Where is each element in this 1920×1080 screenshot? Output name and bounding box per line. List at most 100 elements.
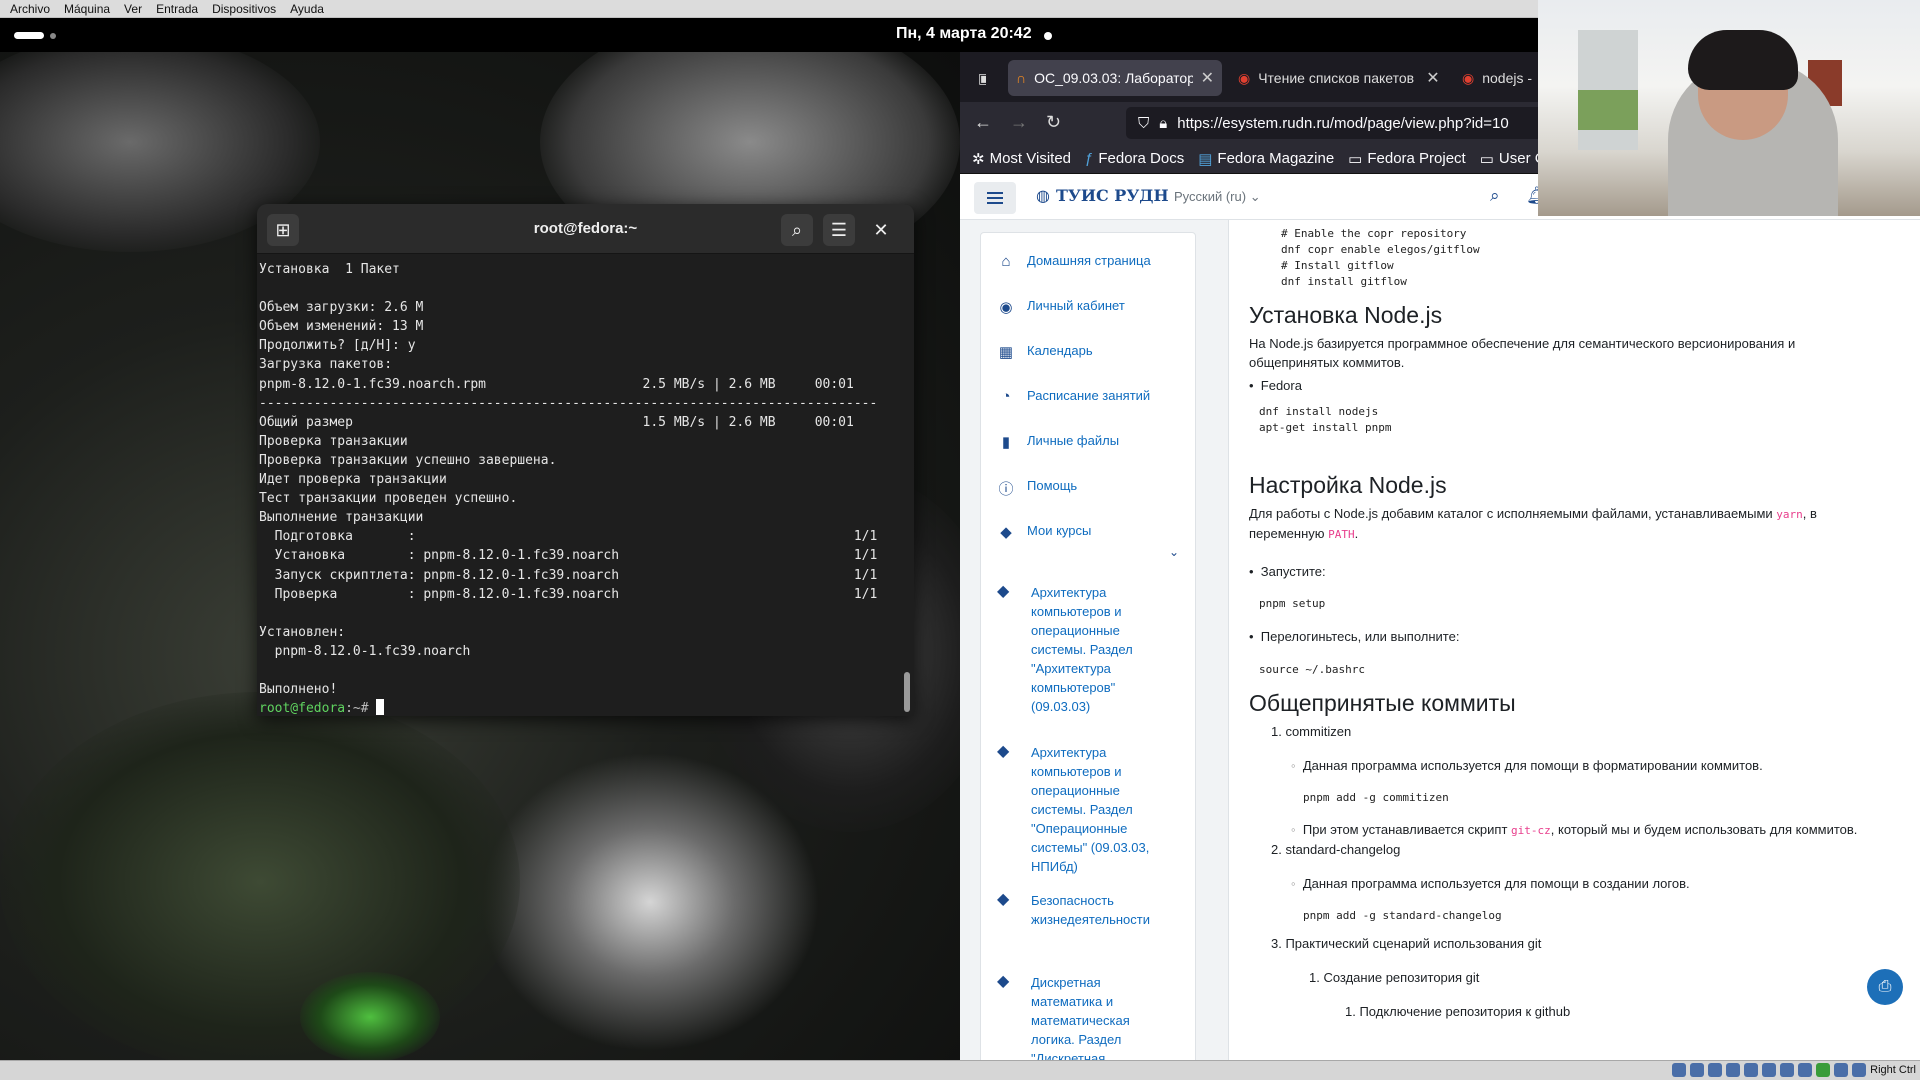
list-item-create-repo: 1. Создание репозитория git [1309, 970, 1480, 985]
host-menu-item[interactable]: Máquina [64, 2, 110, 16]
folder-icon: ▭ [1348, 150, 1363, 168]
audio-icon[interactable] [1708, 1063, 1723, 1077]
mouse-integration-icon[interactable] [1834, 1063, 1849, 1077]
heading-install-nodejs: Установка Node.js [1249, 302, 1443, 328]
sidebar-item[interactable]: ◔ Расписание занятий [981, 388, 1195, 406]
network-icon[interactable] [1726, 1063, 1741, 1077]
shared-folder-icon[interactable] [1762, 1063, 1777, 1077]
chevron-down-icon: ⌄ [1249, 189, 1261, 204]
web-page: ◍ ТУИС РУДН Русский (ru) ⌄ ⌕ 🔔︎ ⌂ Домашняя… [960, 174, 1920, 1060]
terminal-prompt[interactable]: root@fedora:~# [259, 699, 896, 716]
lock-icon: 🔒︎ [1159, 114, 1168, 132]
search-icon[interactable]: ⌕ [781, 214, 813, 246]
tab-close-icon[interactable]: ✕ [1201, 68, 1214, 88]
usb-icon[interactable] [1744, 1063, 1759, 1077]
home-icon: ⌂ [1001, 253, 1011, 270]
host-menu-item[interactable]: Ayuda [290, 2, 324, 16]
fedora-icon: ƒ [1085, 150, 1094, 167]
bookmark-fedora-docs[interactable]: ƒ Fedora Docs [1085, 150, 1184, 167]
search-icon[interactable]: ⌕ [1490, 186, 1500, 206]
keyboard-icon[interactable] [1852, 1063, 1867, 1077]
course-title-line: компьютеров и [1031, 604, 1122, 619]
host-menu-item[interactable]: Dispositivos [212, 2, 276, 16]
changelog-desc: Данная программа используется для помощи… [1302, 876, 1690, 891]
list-item-changelog: 2. standard-changelog [1271, 842, 1401, 857]
tab-close-icon[interactable]: ✕ [1426, 68, 1439, 88]
terminal-scrollbar[interactable] [904, 672, 910, 712]
activities-indicator[interactable] [14, 32, 56, 39]
course-link[interactable]: ◆ Дискретная математика и математическая лог… [997, 973, 1187, 1060]
sidebar-item[interactable]: ◉ Личный кабинет [981, 298, 1195, 316]
host-status-bar: Right Ctrl [0, 1060, 1920, 1080]
tab-nodejs[interactable]: ◉ nodejs - [1454, 60, 1538, 96]
bookmark-fedora-magazine[interactable]: ▤ Fedora Magazine [1198, 150, 1334, 168]
terminal-output[interactable]: Установка 1 Пакет Объем загрузки: 2.6 M О… [257, 254, 898, 716]
notification-dot-icon [1044, 32, 1052, 40]
cpu-icon[interactable] [1816, 1063, 1831, 1077]
course-title: Дискретная математика и математическая логи… [1031, 973, 1130, 1060]
sidebar-item[interactable]: ⌂ Домашняя страница [981, 253, 1195, 271]
graduation-cap-icon: ◆ [1000, 524, 1012, 541]
clock[interactable]: Пн, 4 марта 20:42 [896, 25, 1032, 43]
course-title-line: операционные [1031, 623, 1120, 638]
course-link[interactable]: ◆ Безопасность жизнедеятельности [997, 891, 1187, 929]
course-title-line: компьютеров" [1031, 680, 1116, 695]
host-menu-item[interactable]: Entrada [156, 2, 198, 16]
course-title: Безопасность жизнедеятельности [1031, 891, 1150, 929]
host-menu-item[interactable]: Ver [124, 2, 142, 16]
terminal-line: Продолжить? [д/Н]: y [259, 338, 416, 354]
back-arrow-icon[interactable]: ← [974, 112, 992, 133]
sidebar-item-label: Домашняя страница [1027, 253, 1151, 268]
terminal-line: Объем изменений: 13 M [259, 319, 424, 335]
hamburger-menu-icon[interactable]: ☰ [823, 214, 855, 246]
sidebar-item[interactable]: ⓘ Помощь [981, 478, 1195, 498]
run-label: Запустите: [1260, 564, 1326, 579]
print-icon[interactable]: ⎙ [1867, 969, 1903, 1005]
site-logo[interactable]: ◍ ТУИС РУДН [1036, 186, 1169, 205]
hard-disk-icon[interactable] [1672, 1063, 1687, 1077]
terminal-line: Проверка : pnpm-8.12.0-1.fc39.noarch 1/1 [259, 586, 878, 602]
forward-arrow-icon[interactable]: → [1010, 112, 1028, 133]
sidebar-item[interactable]: ▮ Личные файлы [981, 433, 1195, 451]
terminal-line: Запуск скриптлета: pnpm-8.12.0-1.fc39.no… [259, 567, 878, 583]
info-icon: ⓘ [998, 481, 1014, 498]
git-cz-text-b: , который мы и будем использовать для ко… [1550, 822, 1858, 837]
setup-text-c: переменную [1249, 526, 1329, 541]
workspace-dot-icon [50, 32, 56, 39]
bookmark-fedora-project[interactable]: ▭ Fedora Project [1348, 150, 1466, 168]
text-cursor [376, 699, 385, 716]
recording-icon[interactable] [1798, 1063, 1813, 1077]
reload-icon[interactable]: ↻ [1046, 112, 1061, 133]
list-item-changelog-desc: ◦ Данная программа используется для помо… [1291, 876, 1690, 891]
course-title-line: жизнедеятельности [1031, 912, 1150, 927]
optical-drive-icon[interactable] [1690, 1063, 1705, 1077]
inline-code-yarn: yarn [1776, 508, 1803, 521]
workspace-active-icon [14, 32, 44, 39]
sidebar-item[interactable]: ◆ Мои курсы [981, 523, 1195, 541]
tab-lab[interactable]: ∩ ОС_09.03.03: Лаборатор ✕ [1008, 60, 1222, 96]
chevron-down-icon[interactable]: ⌄ [1169, 545, 1179, 559]
folder-icon: ▭ [1479, 150, 1494, 168]
tab-package-lists[interactable]: ◉ Чтение списков пакетов ✕ [1230, 60, 1448, 96]
course-title-line: НПИбд) [1031, 859, 1078, 874]
terminal-window[interactable]: ⊞ root@fedora:~ ⌕ ☰ ✕ Установка 1 Пакет … [257, 204, 914, 716]
list-item-fedora: • Fedora [1249, 378, 1302, 393]
course-title-line: Безопасность [1031, 893, 1114, 908]
course-link[interactable]: ◆ Архитектура компьютеров и операционные сис… [997, 743, 1187, 876]
system-tray: Right Ctrl [1672, 1063, 1916, 1077]
course-link[interactable]: ◆ Архитектура компьютеров и операционные сис… [997, 583, 1187, 716]
host-menu-item[interactable]: Archivo [10, 2, 50, 16]
terminal-line: Идет проверка транзакции [259, 472, 447, 488]
language-selector[interactable]: Русский (ru) ⌄ [1174, 189, 1261, 205]
bookmark-label: Fedora Project [1367, 150, 1466, 167]
close-icon[interactable]: ✕ [865, 214, 897, 246]
display-icon[interactable] [1780, 1063, 1795, 1077]
terminal-line: ----------------------------------------… [259, 395, 878, 411]
language-label: Русский (ru) [1174, 189, 1247, 204]
tab-list-icon[interactable]: ▣ [970, 60, 986, 96]
bookmark-most-visited[interactable]: ✲ Most Visited [972, 150, 1071, 168]
sidebar-item[interactable]: ▦ Календарь [981, 343, 1195, 361]
host-key-label: Right Ctrl [1870, 1064, 1916, 1076]
hamburger-menu-icon[interactable] [974, 182, 1016, 214]
